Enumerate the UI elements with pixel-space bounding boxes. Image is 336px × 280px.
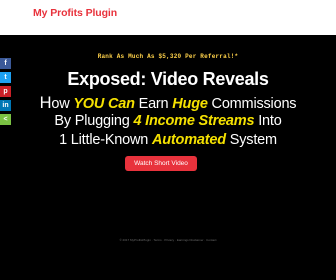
footer-links[interactable]: © 2017 MyProfitsPlugin · Terms · Privacy… bbox=[0, 238, 336, 242]
line3-text-1: By Plugging bbox=[54, 113, 134, 129]
top-bar: My Profits Plugin bbox=[0, 0, 336, 35]
hero-headline: Exposed: Video Reveals bbox=[67, 69, 269, 89]
line2-drop-cap: H bbox=[39, 94, 52, 112]
facebook-icon: f bbox=[4, 60, 7, 67]
site-title-link[interactable]: My Profits Plugin bbox=[33, 7, 117, 19]
line2-text-1: ow bbox=[51, 96, 74, 112]
hero-subheadline-line-3: 1 Little-Known Automated System bbox=[0, 132, 336, 148]
line2-emphasis-2: Huge bbox=[172, 96, 208, 112]
line2-text-3: Commissions bbox=[207, 96, 297, 112]
line4-emphasis-1: Automated bbox=[152, 132, 226, 148]
hero-subheadline-line-2: By Plugging 4 Income Streams Into bbox=[0, 113, 336, 129]
line3-emphasis-1: 4 Income Streams bbox=[133, 113, 255, 129]
line2-text-2: Earn bbox=[134, 96, 173, 112]
line2-emphasis-1: YOU Can bbox=[73, 96, 135, 112]
line4-text-1: 1 Little-Known bbox=[59, 132, 152, 148]
line4-text-2: System bbox=[225, 132, 277, 148]
watch-video-button[interactable]: Watch Short Video bbox=[125, 156, 197, 171]
line3-text-2: Into bbox=[254, 113, 282, 129]
hero-subheadline-line-1: How YOU Can Earn Huge Commissions bbox=[0, 94, 336, 113]
hero-tagline: Rank As Much As $5,320 Per Referral!* bbox=[97, 53, 239, 60]
